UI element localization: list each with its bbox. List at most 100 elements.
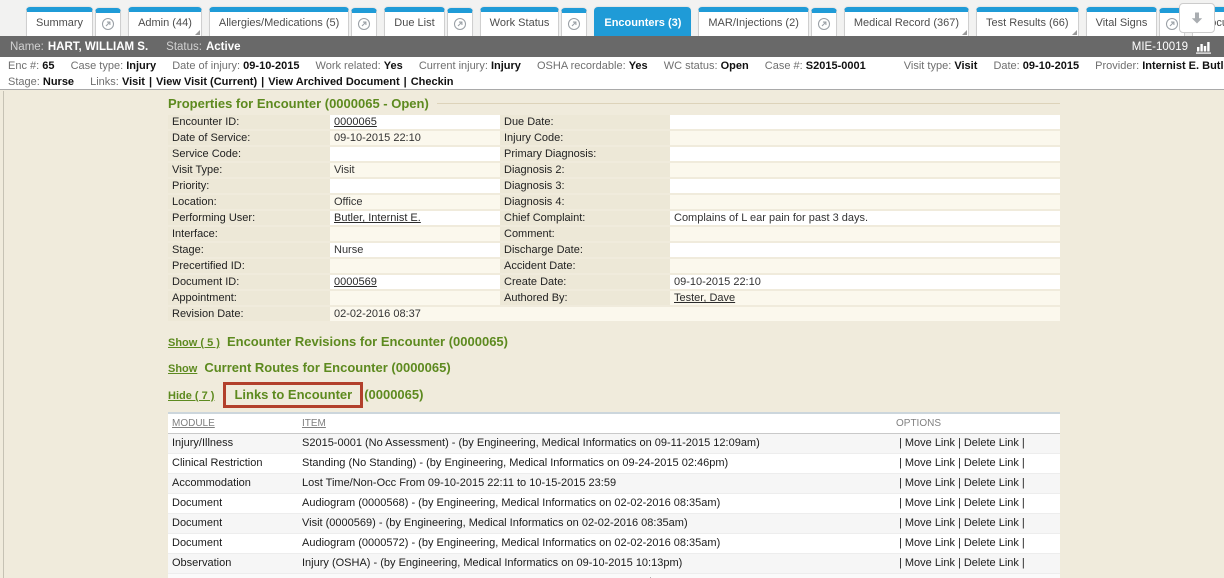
tab-due-list-popout-button[interactable] [447,8,473,36]
tab-admin[interactable]: Admin (44) [128,7,202,36]
tab-mar-injections[interactable]: MAR/Injections (2) [698,7,808,36]
document-id-link[interactable]: 0000569 [334,276,377,288]
prop-row-performing-user: Performing User:Butler, Internist E. [168,211,500,225]
move-link[interactable]: Move Link [905,517,955,529]
date-of-injury: Date of injury: 09-10-2015 [172,60,299,72]
tab-label: Allergies/Medications (5) [219,17,339,29]
stage: Stage: Nurse [8,76,74,88]
row-item: S2015-0001 (No Assessment) - (by Enginee… [302,434,896,453]
tab-label: Test Results (66) [986,17,1069,29]
link-view-visit-current[interactable]: View Visit (Current) [156,76,257,88]
tab-due-list[interactable]: Due List [384,7,444,36]
encounter-info-bar: Enc #: 65 Case type: Injury Date of inju… [0,57,1224,90]
link-view-archived-document[interactable]: View Archived Document [268,76,399,88]
row-module: Document [168,494,302,513]
delete-link[interactable]: Delete Link [964,437,1019,449]
prop-row-interface: Interface: [168,227,500,241]
row-item: Injury (OSHA) - (by Engineering, Medical… [302,554,896,573]
tab-summary[interactable]: Summary [26,7,93,36]
tab-mar-popout-button[interactable] [811,8,837,36]
properties-left-column: Encounter ID:0000065 Date of Service:09-… [168,115,500,307]
popout-arrow-icon [453,17,467,31]
prop-row-diagnosis-4: Diagnosis 4: [500,195,1060,209]
encounter-info-line-1: Enc #: 65 Case type: Injury Date of inju… [8,58,1216,74]
row-options: |Move Link|Delete Link| [896,434,1060,453]
move-link[interactable]: Move Link [905,497,955,509]
case-number: Case #: S2015-0001 [765,60,866,72]
row-options: |Move Link|Delete Link| [896,514,1060,533]
delete-link[interactable]: Delete Link [964,557,1019,569]
move-link[interactable]: Move Link [905,457,955,469]
provider: Provider: Internist E. Butler, M.D. [1095,60,1224,72]
patient-name: HART, WILLIAM S. [48,41,148,53]
column-header-module[interactable]: MODULE [168,418,302,429]
table-paging-status: DISPLAYING 1-7 / 7 [168,574,1060,578]
performing-user-link[interactable]: Butler, Internist E. [334,212,421,224]
prop-row-discharge-date: Discharge Date: [500,243,1060,257]
prop-row-injury-code: Injury Code: [500,131,1060,145]
row-options: |Move Link|Delete Link| [896,494,1060,513]
chart-tab-bar: Summary Admin (44) Allergies/Medications… [0,0,1224,36]
tab-encounters-active[interactable]: Encounters (3) [594,7,691,36]
visit-date: Date: 09-10-2015 [993,60,1079,72]
prop-row-document-id: Document ID:0000569 [168,275,500,289]
delete-link[interactable]: Delete Link [964,497,1019,509]
hide-links-link[interactable]: Hide ( 7 ) [168,390,214,402]
authored-by-link[interactable]: Tester, Dave [674,292,735,304]
prop-row-stage: Stage:Nurse [168,243,500,257]
patient-status-label: Status: [166,41,202,53]
wc-status: WC status: Open [664,60,749,72]
dropdown-corner-icon [195,30,200,35]
tab-group-summary: Summary [26,7,121,36]
table-row: Clinical Restriction Standing (No Standi… [168,454,1060,474]
delete-link[interactable]: Delete Link [964,457,1019,469]
tab-work-status[interactable]: Work Status [480,7,560,36]
prop-row-appointment: Appointment: [168,291,500,305]
tab-vital-signs[interactable]: Vital Signs [1086,7,1158,36]
tab-group-allergies-medications: Allergies/Medications (5) [209,7,377,36]
prop-row-visit-type: Visit Type:Visit [168,163,500,177]
usage-chart-icon[interactable] [1195,39,1214,54]
delete-link[interactable]: Delete Link [964,477,1019,489]
tab-summary-popout-button[interactable] [95,8,121,36]
row-options: |Move Link|Delete Link| [896,454,1060,473]
move-link[interactable]: Move Link [905,557,955,569]
patient-name-label: Name: [10,41,44,53]
encounter-id-link[interactable]: 0000065 [334,116,377,128]
show-revisions-link[interactable]: Show ( 5 ) [168,337,220,349]
links-label: Links: [90,76,119,88]
row-item: Lost Time/Non-Occ From 09-10-2015 22:11 … [302,474,896,493]
encounter-revisions-section: Show ( 5 ) Encounter Revisions for Encoun… [168,333,1060,352]
tab-test-results[interactable]: Test Results (66) [976,7,1079,36]
prop-row-create-date: Create Date:09-10-2015 22:10 [500,275,1060,289]
move-link[interactable]: Move Link [905,537,955,549]
tab-group-due-list: Due List [384,7,472,36]
show-routes-link[interactable]: Show [168,363,197,375]
tab-allergies-popout-button[interactable] [351,8,377,36]
visit-type: Visit type: Visit [904,60,978,72]
row-item: Visit (0000569) - (by Engineering, Medic… [302,514,896,533]
move-link[interactable]: Move Link [905,477,955,489]
tab-allergies-medications[interactable]: Allergies/Medications (5) [209,7,349,36]
tab-scroll-down-button[interactable] [1179,3,1215,33]
tab-work-status-popout-button[interactable] [561,8,587,36]
properties-title: Properties for Encounter (0000065 - Open… [168,96,429,111]
prop-row-primary-diagnosis: Primary Diagnosis: [500,147,1060,161]
revisions-title: Encounter Revisions for Encounter (00000… [227,334,508,349]
column-header-options: OPTIONS [896,418,1060,429]
link-visit[interactable]: Visit [122,76,145,88]
delete-link[interactable]: Delete Link [964,517,1019,529]
tab-group-mar-injections: MAR/Injections (2) [698,7,836,36]
move-link[interactable]: Move Link [905,437,955,449]
tab-group-work-status: Work Status [480,7,588,36]
link-checkin[interactable]: Checkin [411,76,454,88]
delete-link[interactable]: Delete Link [964,537,1019,549]
down-arrow-icon [1189,10,1205,26]
column-header-item[interactable]: ITEM [302,418,896,429]
patient-bar-right: MIE-10019 [1132,39,1214,54]
tab-group-vital-signs: Vital Signs [1086,7,1186,36]
encounter-properties-panel: Properties for Encounter (0000065 - Open… [168,96,1060,578]
tab-medical-record[interactable]: Medical Record (367) [844,7,969,36]
webchart-encounter-page: Summary Admin (44) Allergies/Medications… [0,0,1224,578]
prop-row-location: Location:Office [168,195,500,209]
